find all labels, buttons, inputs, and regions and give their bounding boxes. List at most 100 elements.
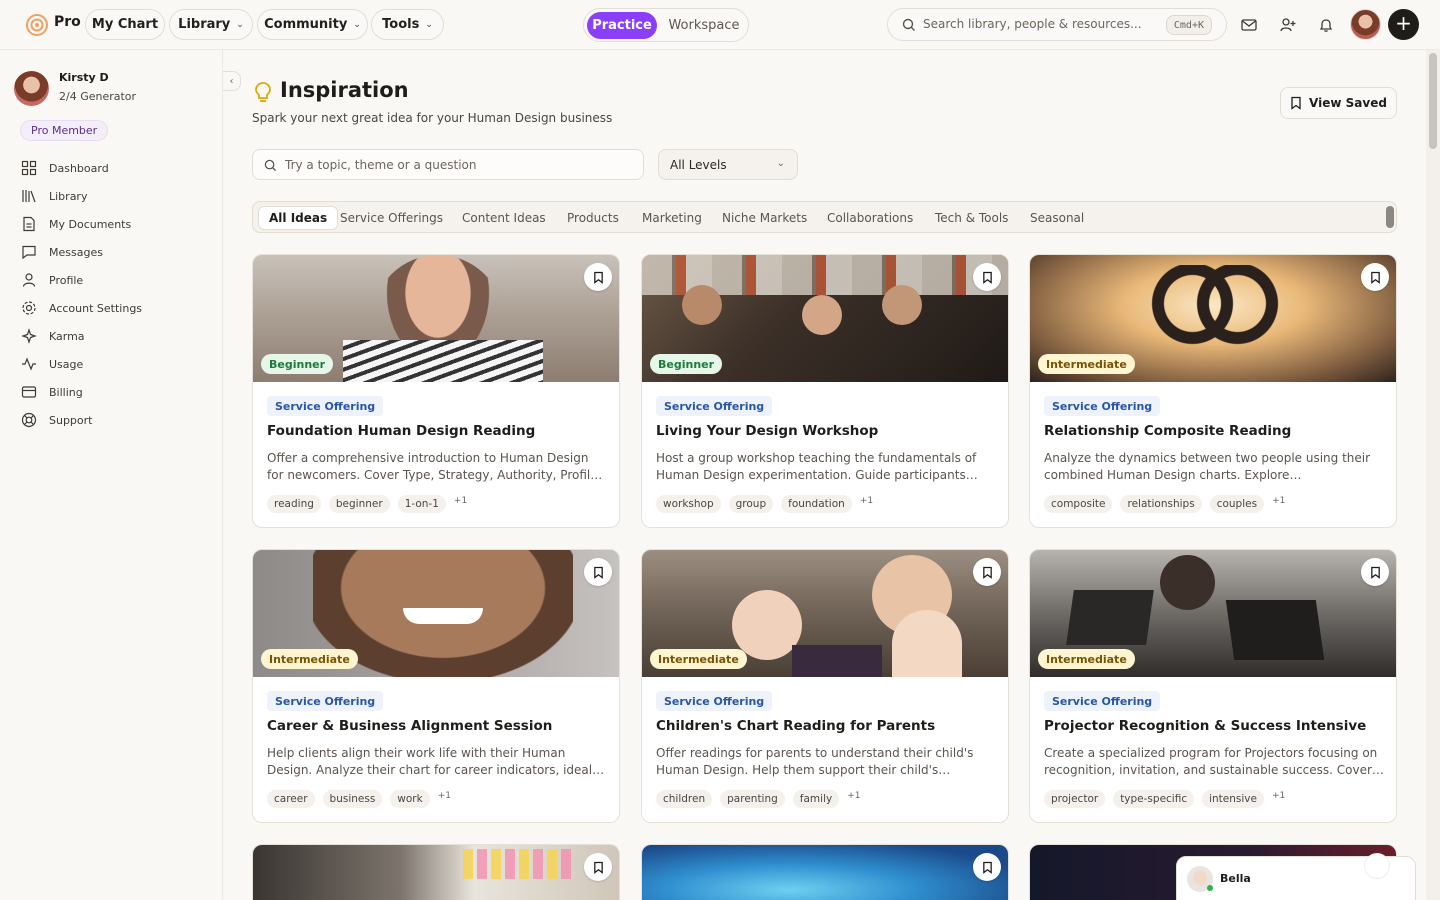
nav-my-chart[interactable]: My Chart (85, 9, 165, 40)
sidebar-item-label: Messages (49, 245, 103, 259)
global-search[interactable]: Search library, people & resources... Cm… (887, 8, 1227, 41)
tab-all-ideas[interactable]: All Ideas (258, 206, 339, 230)
sparkle-icon (20, 327, 38, 345)
chevron-down-icon: ⌄ (776, 158, 785, 169)
bookmark-icon[interactable] (584, 263, 612, 291)
bookmark-icon[interactable] (973, 558, 1001, 586)
bookmark-icon[interactable] (973, 263, 1001, 291)
tag-list: career business work +1 (267, 790, 451, 808)
idea-card[interactable]: Intermediate Service Offering Children's… (641, 549, 1009, 823)
tag: type-specific (1113, 790, 1195, 808)
tab-niche-markets[interactable]: Niche Markets (712, 206, 817, 230)
card-description: Analyze the dynamics between two people … (1044, 451, 1371, 482)
tab-seasonal[interactable]: Seasonal (1020, 206, 1094, 230)
sidebar-item-label: Dashboard (49, 161, 109, 175)
tabs-scrollbar[interactable] (1386, 206, 1394, 228)
chevron-down-icon: ⌄ (425, 19, 433, 30)
collapse-sidebar-icon[interactable]: ‹ (223, 71, 241, 91)
card-description: Offer a comprehensive introduction to Hu… (267, 451, 602, 482)
idea-card[interactable]: Beginner Service Offering Living Your De… (641, 254, 1009, 528)
scrollbar-thumb[interactable] (1429, 53, 1437, 149)
bookmark-icon[interactable] (584, 558, 612, 586)
category-badge: Service Offering (656, 691, 773, 711)
chat-widget[interactable]: Bella (1176, 853, 1416, 900)
tag-list: projector type-specific intensive +1 (1044, 790, 1285, 808)
user-type: 2/4 Generator (59, 90, 137, 103)
tab-products[interactable]: Products (557, 206, 629, 230)
sidebar-item-profile[interactable]: Profile (20, 270, 210, 290)
bookmark-icon[interactable] (584, 853, 612, 881)
level-filter-select[interactable]: All Levels ⌄ (658, 149, 798, 180)
level-badge: Intermediate (650, 649, 747, 669)
user-icon (20, 271, 38, 289)
more-tags-count: +1 (847, 791, 861, 801)
tag: intensive (1202, 790, 1264, 808)
category-badge: Service Offering (1044, 691, 1161, 711)
sidebar-item-library[interactable]: Library (20, 186, 210, 206)
page-title: Inspiration (280, 78, 409, 102)
tag: projector (1044, 790, 1106, 808)
topic-search-input[interactable]: Try a topic, theme or a question (252, 149, 644, 180)
nav-my-chart-label: My Chart (91, 17, 159, 32)
brand-name: Pro (54, 14, 81, 30)
idea-card[interactable]: Intermediate Service Offering Career & B… (252, 549, 620, 823)
workspace-toggle[interactable]: Workspace (662, 12, 746, 39)
mail-icon[interactable] (1239, 15, 1259, 35)
idea-card[interactable]: Intermediate Service Offering Projector … (1029, 549, 1397, 823)
create-button[interactable]: + (1388, 9, 1419, 40)
sidebar-item-my-documents[interactable]: My Documents (20, 214, 210, 234)
nav-community[interactable]: Community ⌄ (257, 9, 368, 40)
sidebar-item-karma[interactable]: Karma (20, 326, 210, 346)
sidebar-item-label: Library (49, 189, 88, 203)
user-avatar[interactable] (14, 71, 49, 106)
bookmark-icon[interactable] (973, 853, 1001, 881)
nav-community-label: Community (264, 17, 348, 32)
add-user-icon[interactable] (1278, 15, 1298, 35)
idea-card[interactable]: Intermediate Service Offering Relationsh… (1029, 254, 1397, 528)
more-tags-count: +1 (437, 791, 451, 801)
level-filter-value: All Levels (670, 158, 727, 172)
card-title: Career & Business Alignment Session (267, 718, 553, 734)
nav-library[interactable]: Library ⌄ (169, 9, 253, 40)
view-saved-button[interactable]: View Saved (1280, 87, 1397, 119)
sidebar-item-support[interactable]: Support (20, 410, 210, 430)
activity-icon (20, 355, 38, 373)
tab-marketing[interactable]: Marketing (632, 206, 712, 230)
grid-icon (20, 159, 38, 177)
bell-icon[interactable] (1316, 15, 1336, 35)
more-tags-count: +1 (859, 496, 874, 506)
topic-placeholder: Try a topic, theme or a question (285, 158, 477, 172)
bookmark-icon[interactable] (1361, 558, 1389, 586)
tag-list: reading beginner 1-on-1 +1 (267, 495, 467, 513)
page-scrollbar[interactable] (1426, 50, 1440, 900)
logo-icon[interactable] (25, 13, 49, 37)
tab-collaborations[interactable]: Collaborations (817, 206, 923, 230)
tag: reading (267, 495, 321, 513)
tag-list: composite relationships couples +1 (1044, 495, 1285, 513)
tab-content-ideas[interactable]: Content Ideas (452, 206, 556, 230)
card-description: Create a specialized program for Project… (1044, 746, 1378, 777)
level-badge: Intermediate (261, 649, 358, 669)
tag: parenting (720, 790, 785, 808)
practice-toggle[interactable]: Practice (587, 12, 657, 39)
sidebar-item-account-settings[interactable]: Account Settings (20, 298, 210, 318)
lightbulb-icon (254, 81, 272, 105)
tab-tech-tools[interactable]: Tech & Tools (925, 206, 1018, 230)
tab-service-offerings[interactable]: Service Offerings (330, 206, 453, 230)
idea-card[interactable] (641, 844, 1009, 900)
search-icon (264, 159, 277, 172)
card-title: Projector Recognition & Success Intensiv… (1044, 718, 1367, 734)
bookmark-icon[interactable] (1361, 263, 1389, 291)
sidebar-item-usage[interactable]: Usage (20, 354, 210, 374)
close-chat-icon[interactable] (1364, 853, 1390, 879)
idea-card[interactable] (252, 844, 620, 900)
sidebar-item-messages[interactable]: Messages (20, 242, 210, 262)
tag: children (656, 790, 713, 808)
chat-name: Bella (1220, 872, 1251, 885)
idea-card[interactable]: Beginner Service Offering Foundation Hum… (252, 254, 620, 528)
nav-tools[interactable]: Tools ⌄ (371, 9, 444, 40)
sidebar-item-billing[interactable]: Billing (20, 382, 210, 402)
sidebar-item-dashboard[interactable]: Dashboard (20, 158, 210, 178)
tag-list: children parenting family +1 (656, 790, 861, 808)
avatar[interactable] (1350, 9, 1381, 40)
